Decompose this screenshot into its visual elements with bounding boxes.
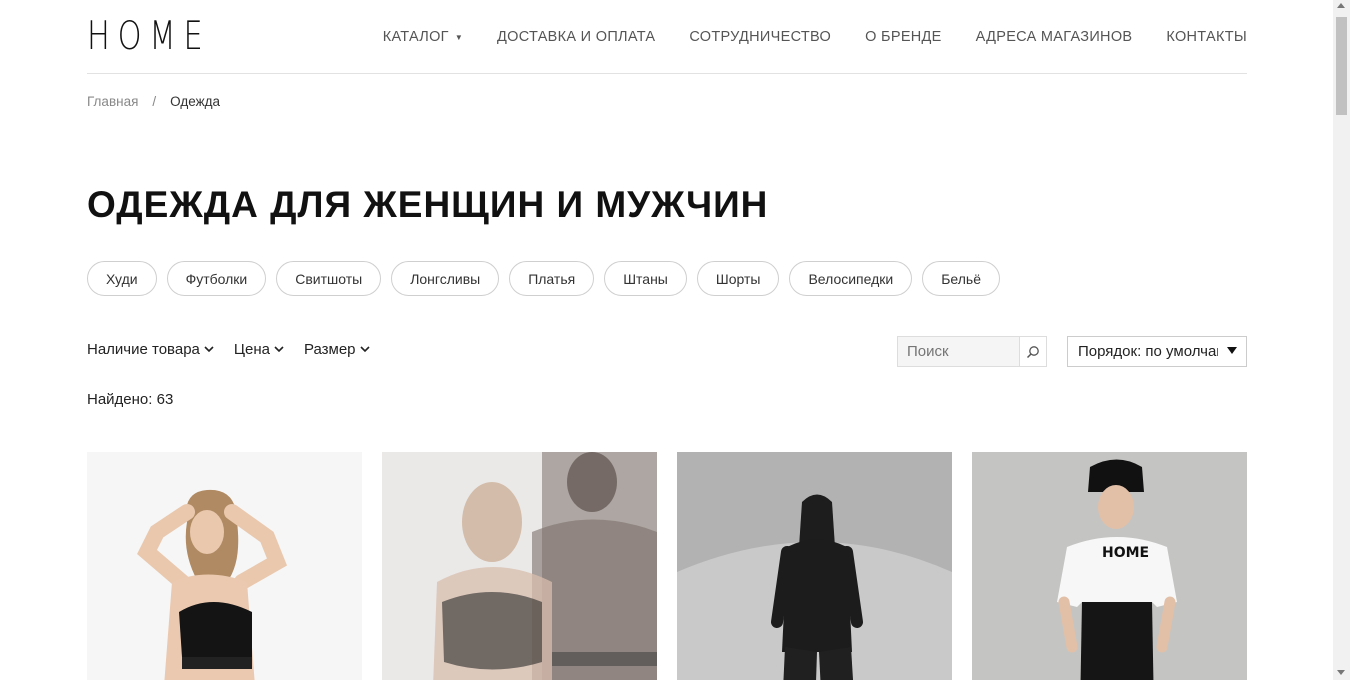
chip-pants[interactable]: Штаны	[604, 261, 687, 296]
nav-about[interactable]: О БРЕНДЕ	[865, 29, 942, 45]
product-card[interactable]	[87, 452, 362, 680]
product-image	[382, 452, 657, 680]
results-count: Найдено: 63	[87, 391, 174, 408]
filter-size-label: Размер	[303, 341, 356, 358]
chevron-down-icon	[204, 346, 214, 353]
chip-hoodies[interactable]: Худи	[87, 261, 157, 296]
search-button[interactable]	[1019, 337, 1046, 366]
nav-catalog-label: КАТАЛОГ	[382, 29, 449, 45]
main-nav: КАТАЛОГ ▼ ДОСТАВКА И ОПЛАТА СОТРУДНИЧЕСТ…	[383, 29, 1247, 45]
chip-sweatshirts[interactable]: Свитшоты	[276, 261, 382, 296]
scroll-up-arrow-icon[interactable]	[1337, 3, 1345, 8]
filter-price-label: Цена	[233, 341, 270, 358]
breadcrumb-separator: /	[152, 94, 157, 109]
breadcrumb: Главная / Одежда	[87, 94, 220, 109]
sort-select[interactable]: Порядок: по умолчанию	[1067, 336, 1247, 367]
filter-size[interactable]: Размер	[304, 341, 370, 358]
filter-price[interactable]: Цена	[234, 341, 284, 358]
product-card[interactable]	[382, 452, 657, 680]
search-icon	[1026, 345, 1039, 358]
product-grid: HOME	[87, 452, 1247, 680]
filter-availability[interactable]: Наличие товара	[87, 341, 214, 358]
caret-down-icon: ▼	[454, 32, 464, 42]
breadcrumb-current: Одежда	[170, 94, 221, 109]
brand-logo[interactable]: HOME	[87, 17, 210, 57]
product-card[interactable]	[677, 452, 952, 680]
search-box	[897, 336, 1047, 367]
svg-text:HOME: HOME	[1102, 545, 1149, 561]
chip-bikeshorts[interactable]: Велосипедки	[789, 261, 913, 296]
nav-delivery[interactable]: ДОСТАВКА И ОПЛАТА	[497, 29, 655, 45]
product-image: HOME	[972, 452, 1247, 680]
breadcrumb-home[interactable]: Главная	[87, 94, 138, 109]
chip-underwear[interactable]: Бельё	[922, 261, 1000, 296]
site-header: HOME КАТАЛОГ ▼ ДОСТАВКА И ОПЛАТА СОТРУДН…	[87, 0, 1247, 74]
nav-contacts[interactable]: КОНТАКТЫ	[1166, 29, 1247, 45]
product-image	[677, 452, 952, 680]
filter-availability-label: Наличие товара	[87, 341, 200, 358]
scroll-thumb[interactable]	[1336, 17, 1347, 115]
chevron-down-icon	[274, 346, 284, 353]
filters-bar: Наличие товара Цена Размер	[87, 341, 370, 358]
dropdown-arrow-icon	[1227, 347, 1237, 354]
nav-cooperation[interactable]: СОТРУДНИЧЕСТВО	[689, 29, 831, 45]
product-image	[87, 452, 362, 680]
category-chips: Худи Футболки Свитшоты Лонгсливы Платья …	[87, 261, 1000, 296]
chip-shorts[interactable]: Шорты	[696, 261, 780, 296]
page-title: ОДЕЖДА ДЛЯ ЖЕНЩИН И МУЖЧИН	[87, 184, 769, 225]
page-scrollbar[interactable]	[1333, 0, 1350, 680]
chip-longsleeves[interactable]: Лонгсливы	[391, 261, 500, 296]
search-input[interactable]	[898, 337, 1019, 366]
nav-stores[interactable]: АДРЕСА МАГАЗИНОВ	[976, 29, 1133, 45]
sort-value: Порядок: по умолчанию	[1078, 343, 1218, 360]
page-container: HOME КАТАЛОГ ▼ ДОСТАВКА И ОПЛАТА СОТРУДН…	[87, 0, 1247, 680]
nav-catalog[interactable]: КАТАЛОГ ▼	[383, 29, 463, 45]
chip-dresses[interactable]: Платья	[509, 261, 595, 296]
product-card[interactable]: HOME	[972, 452, 1247, 680]
scroll-down-arrow-icon[interactable]	[1337, 670, 1345, 675]
chevron-down-icon	[359, 346, 370, 353]
chip-tshirts[interactable]: Футболки	[166, 261, 267, 296]
